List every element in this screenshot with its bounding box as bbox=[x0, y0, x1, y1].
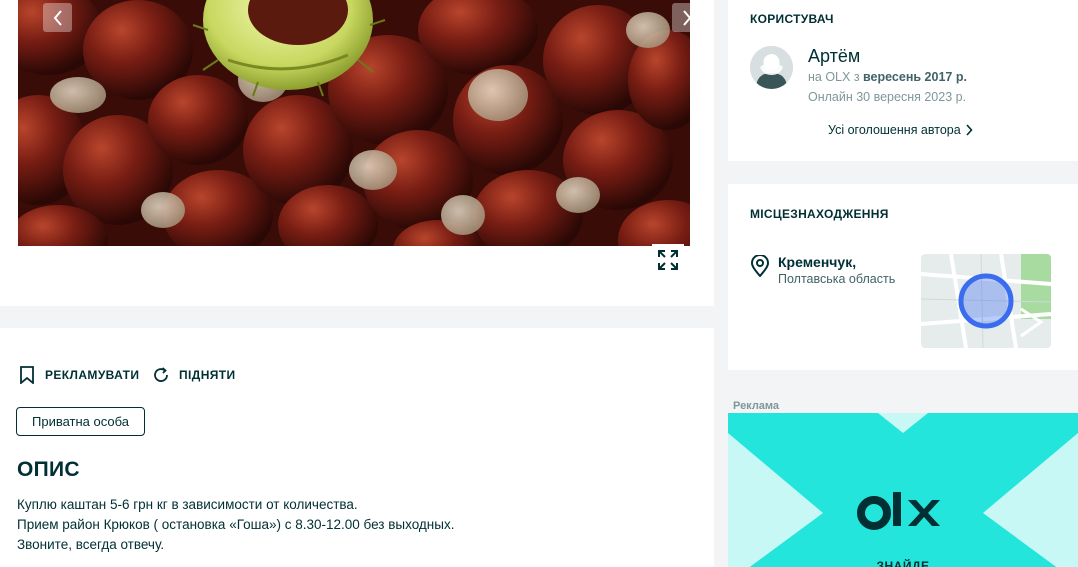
ad-tagline: ЗНАЙДЕ bbox=[876, 559, 930, 567]
description-line: Куплю каштан 5-6 грн кг в зависимости от… bbox=[17, 497, 358, 512]
gallery-card bbox=[0, 0, 714, 306]
description-card: РЕКЛАМУВАТИ ПІДНЯТИ Приватна особа ОПИС … bbox=[0, 328, 714, 567]
user-member-since: на OLX з вересень 2017 р. bbox=[808, 70, 967, 84]
member-since-prefix: на OLX з bbox=[808, 70, 860, 84]
user-section-title: КОРИСТУВАЧ bbox=[750, 12, 834, 26]
expand-gallery-button[interactable] bbox=[652, 244, 684, 276]
listing-photo[interactable] bbox=[18, 0, 690, 246]
chevron-right-icon bbox=[682, 9, 690, 26]
description-line: Прием район Крюков ( остановка «Гоша») с… bbox=[17, 517, 455, 532]
description-text: Куплю каштан 5-6 грн кг в зависимости от… bbox=[17, 495, 454, 555]
user-last-online: Онлайн 30 вересня 2023 р. bbox=[808, 90, 967, 104]
chestnut-photo-image bbox=[18, 0, 690, 246]
expand-icon bbox=[658, 250, 678, 270]
description-line: Звоните, всегда отвечу. bbox=[17, 537, 165, 552]
all-author-ads-link[interactable]: Усі оголошення автора bbox=[828, 123, 973, 137]
user-avatar-icon bbox=[750, 46, 793, 89]
user-name: Артём bbox=[808, 46, 861, 66]
raise-label: ПІДНЯТИ bbox=[179, 368, 236, 382]
location-section-title: МІСЦЕЗНАХОДЖЕННЯ bbox=[750, 207, 889, 221]
user-card: КОРИСТУВАЧ Артём на OLX з вересень 2017 … bbox=[728, 0, 1078, 161]
location-map[interactable] bbox=[921, 254, 1051, 348]
all-ads-label: Усі оголошення автора bbox=[828, 123, 961, 137]
gallery-prev-button[interactable] bbox=[43, 3, 72, 32]
promote-label: РЕКЛАМУВАТИ bbox=[45, 368, 140, 382]
chevron-right-icon bbox=[966, 124, 973, 136]
location-city: Кременчук, bbox=[778, 254, 857, 270]
refresh-icon bbox=[154, 367, 168, 382]
location-card: МІСЦЕЗНАХОДЖЕННЯ Кременчук, Полтавська о… bbox=[728, 184, 1078, 370]
ad-label: Реклама bbox=[733, 400, 780, 412]
ad-banner[interactable]: ЗНАЙДЕ bbox=[728, 413, 1078, 567]
olx-ad-image bbox=[728, 413, 1078, 567]
description-title: ОПИС bbox=[17, 458, 80, 481]
bookmark-icon bbox=[20, 366, 34, 384]
seller-type-badge: Приватна особа bbox=[16, 407, 145, 436]
map-thumbnail-image bbox=[921, 254, 1051, 348]
member-since-date: вересень 2017 р. bbox=[863, 70, 967, 84]
promote-button[interactable]: РЕКЛАМУВАТИ bbox=[18, 366, 139, 384]
chevron-left-icon bbox=[53, 9, 62, 26]
gallery-next-button[interactable] bbox=[672, 3, 690, 32]
location-region: Полтавська область bbox=[778, 272, 896, 286]
raise-button[interactable]: ПІДНЯТИ bbox=[152, 366, 236, 384]
location-pin-icon bbox=[750, 255, 770, 277]
avatar bbox=[750, 46, 793, 89]
